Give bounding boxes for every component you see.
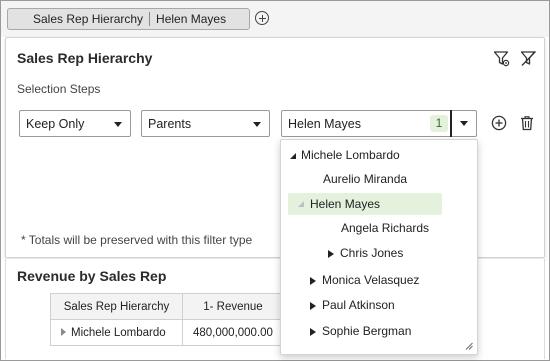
member-dropdown-list: Michele Lombardo Aurelio Miranda Helen M…	[280, 139, 478, 355]
revenue-table: Sales Rep Hierarchy 1- Revenue Michele L…	[50, 293, 284, 346]
tree-item[interactable]: Aurelio Miranda	[323, 168, 407, 190]
tree-item-label: Aurelio Miranda	[323, 172, 408, 186]
tree-item-label: Helen Mayes	[310, 197, 381, 211]
chevron-down-icon	[460, 121, 468, 126]
table-header-row: Sales Rep Hierarchy 1- Revenue	[50, 293, 284, 320]
member-dropdown-button[interactable]	[450, 110, 476, 137]
tree-item-label: Sophie Bergman	[322, 324, 412, 338]
tree-item[interactable]: Monica Velasquez	[310, 269, 419, 291]
add-step-icon[interactable]	[490, 114, 508, 132]
expand-icon[interactable]	[61, 328, 66, 337]
table-row: Michele Lombardo 480,000,000.00	[50, 319, 284, 346]
relation-select-value: Parents	[148, 116, 192, 131]
chip-divider	[149, 12, 151, 26]
report-title: Revenue by Sales Rep	[17, 268, 167, 284]
collapsed-toggle-icon[interactable]	[310, 327, 316, 336]
expanded-toggle-icon[interactable]	[290, 152, 296, 159]
tree-item-label: Paul Atkinson	[322, 298, 395, 312]
tree-item[interactable]: Sophie Bergman	[310, 320, 411, 342]
table-cell: 480,000,000.00	[182, 319, 284, 346]
collapsed-toggle-icon[interactable]	[310, 301, 316, 310]
filter-bar: Sales Rep Hierarchy Helen Mayes	[1, 1, 549, 37]
filter-chip-hierarchy: Sales Rep Hierarchy	[33, 12, 144, 26]
selection-steps-label: Selection Steps	[17, 82, 101, 96]
relation-select[interactable]: Parents	[141, 110, 270, 137]
chevron-down-icon	[253, 122, 261, 127]
resize-handle-icon[interactable]	[465, 342, 473, 350]
totals-note: * Totals will be preserved with this fil…	[21, 233, 253, 247]
tree-item-label: Angela Richards	[341, 221, 430, 235]
tree-item[interactable]: Chris Jones	[328, 242, 403, 264]
tree-item[interactable]: Paul Atkinson	[310, 294, 395, 316]
member-combobox-value: Helen Mayes	[288, 117, 361, 131]
filter-chip-member: Helen Mayes	[156, 12, 227, 26]
filter-settings-icon[interactable]	[493, 50, 511, 68]
add-filter-icon[interactable]	[255, 11, 269, 25]
tree-item-label: Monica Velasquez	[322, 273, 420, 287]
action-select[interactable]: Keep Only	[19, 110, 131, 137]
clear-filter-icon[interactable]	[520, 50, 538, 68]
member-count-badge: 1	[430, 115, 448, 132]
tree-item-label: Michele Lombardo	[301, 148, 400, 162]
panel-title: Sales Rep Hierarchy	[17, 50, 153, 66]
column-header[interactable]: Sales Rep Hierarchy	[50, 293, 183, 320]
action-select-value: Keep Only	[26, 116, 85, 131]
table-cell[interactable]: Michele Lombardo	[50, 319, 183, 346]
member-combobox[interactable]: Helen Mayes 1	[281, 110, 477, 137]
tree-item[interactable]: Michele Lombardo	[290, 144, 400, 166]
column-header[interactable]: 1- Revenue	[182, 293, 284, 320]
tree-item-label: Chris Jones	[340, 246, 404, 260]
collapsed-toggle-icon[interactable]	[310, 276, 316, 285]
tree-item-selected[interactable]: Helen Mayes	[288, 193, 442, 215]
trash-icon[interactable]	[518, 114, 536, 132]
collapsed-toggle-icon[interactable]	[328, 249, 334, 258]
rep-name: Michele Lombardo	[71, 326, 166, 339]
expanded-toggle-icon[interactable]	[298, 201, 304, 207]
chevron-down-icon	[114, 122, 122, 127]
tree-item[interactable]: Angela Richards	[341, 217, 429, 239]
filter-chip[interactable]: Sales Rep Hierarchy Helen Mayes	[7, 8, 250, 30]
